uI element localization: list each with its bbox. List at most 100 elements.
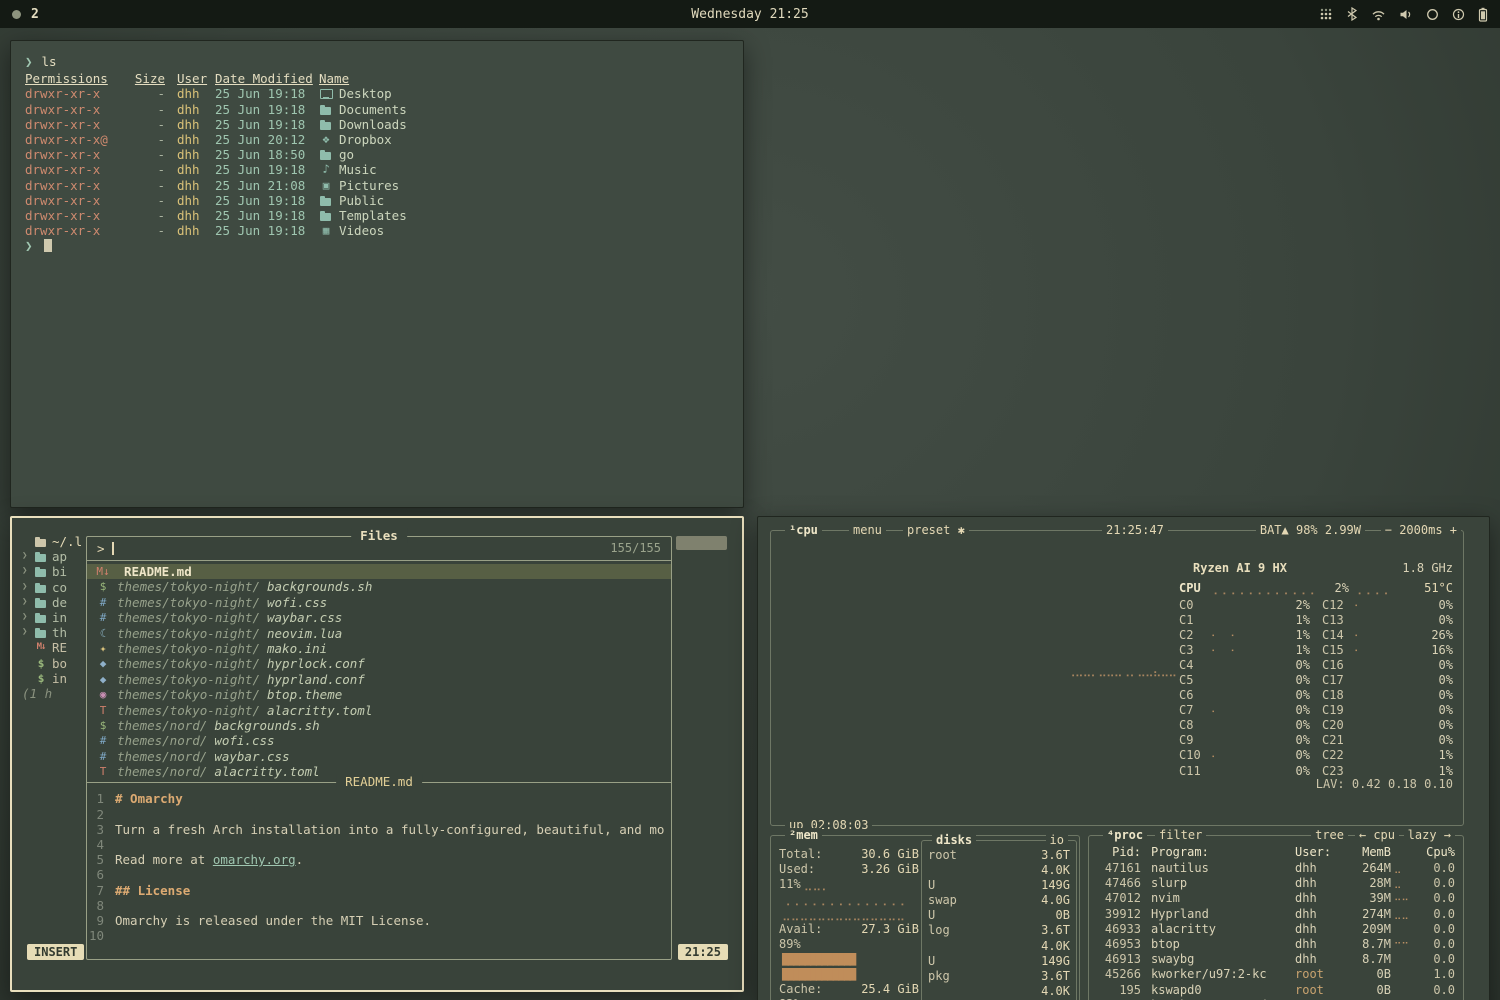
- tree-item[interactable]: ~/.l: [22, 534, 84, 549]
- mem-box-label[interactable]: ²mem: [785, 828, 822, 843]
- bluetooth-icon[interactable]: [1346, 7, 1358, 21]
- picker-item[interactable]: ◆ themes/tokyo-night/hyprlock.conf: [87, 656, 671, 671]
- process-row[interactable]: 195 kswapd0 root 0B 0.0: [1097, 983, 1455, 998]
- cpu-core-row: C0 2%: [1179, 597, 1310, 612]
- chevron-icon: ❯: [22, 625, 30, 640]
- preview-title: README.md: [336, 774, 422, 789]
- picker-item[interactable]: T themes/tokyo-night/alacritty.toml: [87, 703, 671, 718]
- cpu-core-row: C2 ⠄ ⠄ 1%: [1179, 627, 1310, 642]
- picker-item[interactable]: # themes/nord/waybar.css: [87, 749, 671, 764]
- picker-item[interactable]: ◆ themes/tokyo-night/hyprland.conf: [87, 672, 671, 687]
- link-text[interactable]: omarchy.org: [213, 852, 296, 867]
- io-toggle[interactable]: io: [1046, 833, 1068, 848]
- chevron-icon: ❯: [22, 549, 30, 564]
- desktop: 2 Wednesday 21:25: [0, 0, 1500, 1000]
- preset-button[interactable]: preset ✱: [903, 523, 969, 538]
- update-interval-control[interactable]: − 2000ms +: [1381, 523, 1461, 538]
- idle-inhibitor-icon[interactable]: [1426, 8, 1439, 21]
- memory-stat-line: ⢀⢀⢀⢀⢀⢀⢀⢀⢀⢀⢀⢀⢀⢀: [779, 891, 919, 906]
- sort-lazy-nav[interactable]: lazy →: [1404, 828, 1455, 843]
- cpu-core-row: C22 1%: [1322, 748, 1453, 763]
- terminal-cursor[interactable]: [44, 239, 52, 252]
- column-header: Date Modified: [215, 71, 319, 86]
- tree-item[interactable]: RE: [22, 640, 84, 655]
- cpu-total-row: CPU ⡀⡀⡀⡀⡀⡀⡀⡀⡀⡀⡀⡀ 2% ⡀⡀⡀⡀ 51°C: [1179, 581, 1453, 595]
- cpu-core-row: C8 0%: [1179, 718, 1310, 733]
- file-type-icon: ◆: [96, 672, 110, 687]
- tree-item[interactable]: ❯ in: [22, 610, 84, 625]
- disks-title[interactable]: disks: [932, 833, 976, 848]
- top-bar: 2 Wednesday 21:25: [0, 0, 1500, 28]
- process-row[interactable]: 46933 alacritty dhh 209M 0.0: [1097, 922, 1455, 937]
- battery-icon[interactable]: [1478, 7, 1488, 22]
- file-type-icon: [34, 596, 48, 609]
- disk-line: swap 4.0G: [928, 893, 1070, 908]
- file-type-icon: [34, 565, 48, 578]
- process-row[interactable]: 47466 slurp dhh 28M ⣀ 0.0: [1097, 876, 1455, 891]
- picker-item[interactable]: $ themes/tokyo-night/backgrounds.sh: [87, 579, 671, 594]
- disk-line: U 0B: [928, 908, 1070, 923]
- wifi-icon[interactable]: [1371, 8, 1386, 21]
- sort-cpu-nav[interactable]: ← cpu: [1355, 828, 1399, 843]
- picker-item[interactable]: # themes/tokyo-night/waybar.css: [87, 610, 671, 625]
- file-type-icon: T: [96, 764, 110, 779]
- cpu-core-row: C3 ⠄ ⠄ 1%: [1179, 642, 1310, 657]
- topbar-clock: Wednesday 21:25: [0, 7, 1500, 22]
- btop-window[interactable]: ¹cpu menu preset ✱ 21:25:47 BAT▲ 98% 2.9…: [757, 516, 1490, 1000]
- cpu-core-row: C6 0%: [1179, 688, 1310, 703]
- neovim-window[interactable]: ~/.l ❯ ap ❯ bi ❯ co ❯ de: [10, 516, 744, 992]
- file-picker[interactable]: Files > 155/155 M↓ README.md $ themes/to…: [86, 536, 672, 960]
- workspace-indicator-icon[interactable]: [12, 10, 21, 19]
- picker-item[interactable]: # themes/nord/wofi.css: [87, 733, 671, 748]
- preview-line: 3 Turn a fresh Arch installation into a …: [87, 822, 671, 837]
- cpu-box-label[interactable]: ¹cpu: [785, 523, 822, 538]
- proc-box-label[interactable]: ⁴proc: [1103, 828, 1147, 843]
- process-row[interactable]: 46913 swaybg dhh 8.7M 0.0: [1097, 952, 1455, 967]
- process-row[interactable]: 39912 Hyprland dhh 274M ⣀⣀ 0.0: [1097, 907, 1455, 922]
- tree-item[interactable]: ❯ co: [22, 580, 84, 595]
- process-row[interactable]: 47161 nautilus dhh 264M ⣀ 0.0: [1097, 861, 1455, 876]
- picker-item[interactable]: ✦ themes/tokyo-night/mako.ini: [87, 641, 671, 656]
- cpu-core-row: C13 0%: [1322, 612, 1453, 627]
- user-menu-icon[interactable]: [1452, 8, 1465, 21]
- cpu-core-row: C15 ⠄ 16%: [1322, 642, 1453, 657]
- file-type-icon: [319, 87, 333, 100]
- tree-item[interactable]: ❯ de: [22, 595, 84, 610]
- picker-item[interactable]: # themes/tokyo-night/wofi.css: [87, 595, 671, 610]
- picker-item[interactable]: ☾ themes/tokyo-night/neovim.lua: [87, 626, 671, 641]
- menu-button[interactable]: menu: [849, 523, 886, 538]
- file-type-icon: [319, 194, 333, 207]
- process-row[interactable]: 46953 btop dhh 8.7M ⠒⠒ 0.0: [1097, 937, 1455, 952]
- tree-item[interactable]: in: [22, 671, 84, 686]
- tree-item[interactable]: (1 h: [22, 686, 84, 701]
- terminal-window[interactable]: ❯ ls PermissionsSizeUserDate ModifiedNam…: [10, 40, 744, 508]
- tailscale-icon[interactable]: [1319, 7, 1333, 21]
- tree-item[interactable]: bo: [22, 656, 84, 671]
- picker-item[interactable]: M↓ README.md: [87, 564, 671, 579]
- cpu-core-row: C4 0%: [1179, 657, 1310, 672]
- tree-item[interactable]: ❯ ap: [22, 549, 84, 564]
- process-row[interactable]: 45266 kworker/u97:2-kc root 0B 1.0: [1097, 967, 1455, 982]
- tree-item[interactable]: ❯ bi: [22, 564, 84, 579]
- battery-status: BAT▲ 98% 2.99W: [1256, 523, 1365, 538]
- workspace-label[interactable]: 2: [31, 7, 39, 22]
- filter-button[interactable]: filter: [1155, 828, 1206, 843]
- file-row: drwxr-xr-x - dhh 25 Jun 19:18 Downloads: [25, 117, 729, 132]
- file-row: drwxr-xr-x - dhh 25 Jun 19:18 Music: [25, 162, 729, 177]
- volume-icon[interactable]: [1399, 8, 1413, 21]
- process-box: ⁴proc filter tree ← cpu lazy → Pid: Prog…: [1088, 835, 1464, 1000]
- cpu-model: Ryzen AI 9 HX: [1193, 561, 1287, 575]
- result-count: 155/155: [610, 541, 661, 556]
- line-number: 4: [87, 837, 115, 852]
- file-type-icon: [319, 163, 333, 176]
- process-row[interactable]: 47012 nvim dhh 39M ⠤⠤ 0.0: [1097, 891, 1455, 906]
- tree-toggle[interactable]: tree: [1311, 828, 1348, 843]
- disks-panel: disks io root 3.6T 4.0K U: [921, 840, 1077, 1000]
- tree-item[interactable]: ❯ th: [22, 625, 84, 640]
- cpu-core-row: C16 0%: [1322, 657, 1453, 672]
- cpu-core-row: C12 ⠄ 0%: [1322, 597, 1453, 612]
- picker-item[interactable]: ◉ themes/tokyo-night/btop.theme: [87, 687, 671, 702]
- line-number: 8: [87, 898, 115, 913]
- picker-item[interactable]: $ themes/nord/backgrounds.sh: [87, 718, 671, 733]
- file-type-icon: #: [96, 595, 110, 610]
